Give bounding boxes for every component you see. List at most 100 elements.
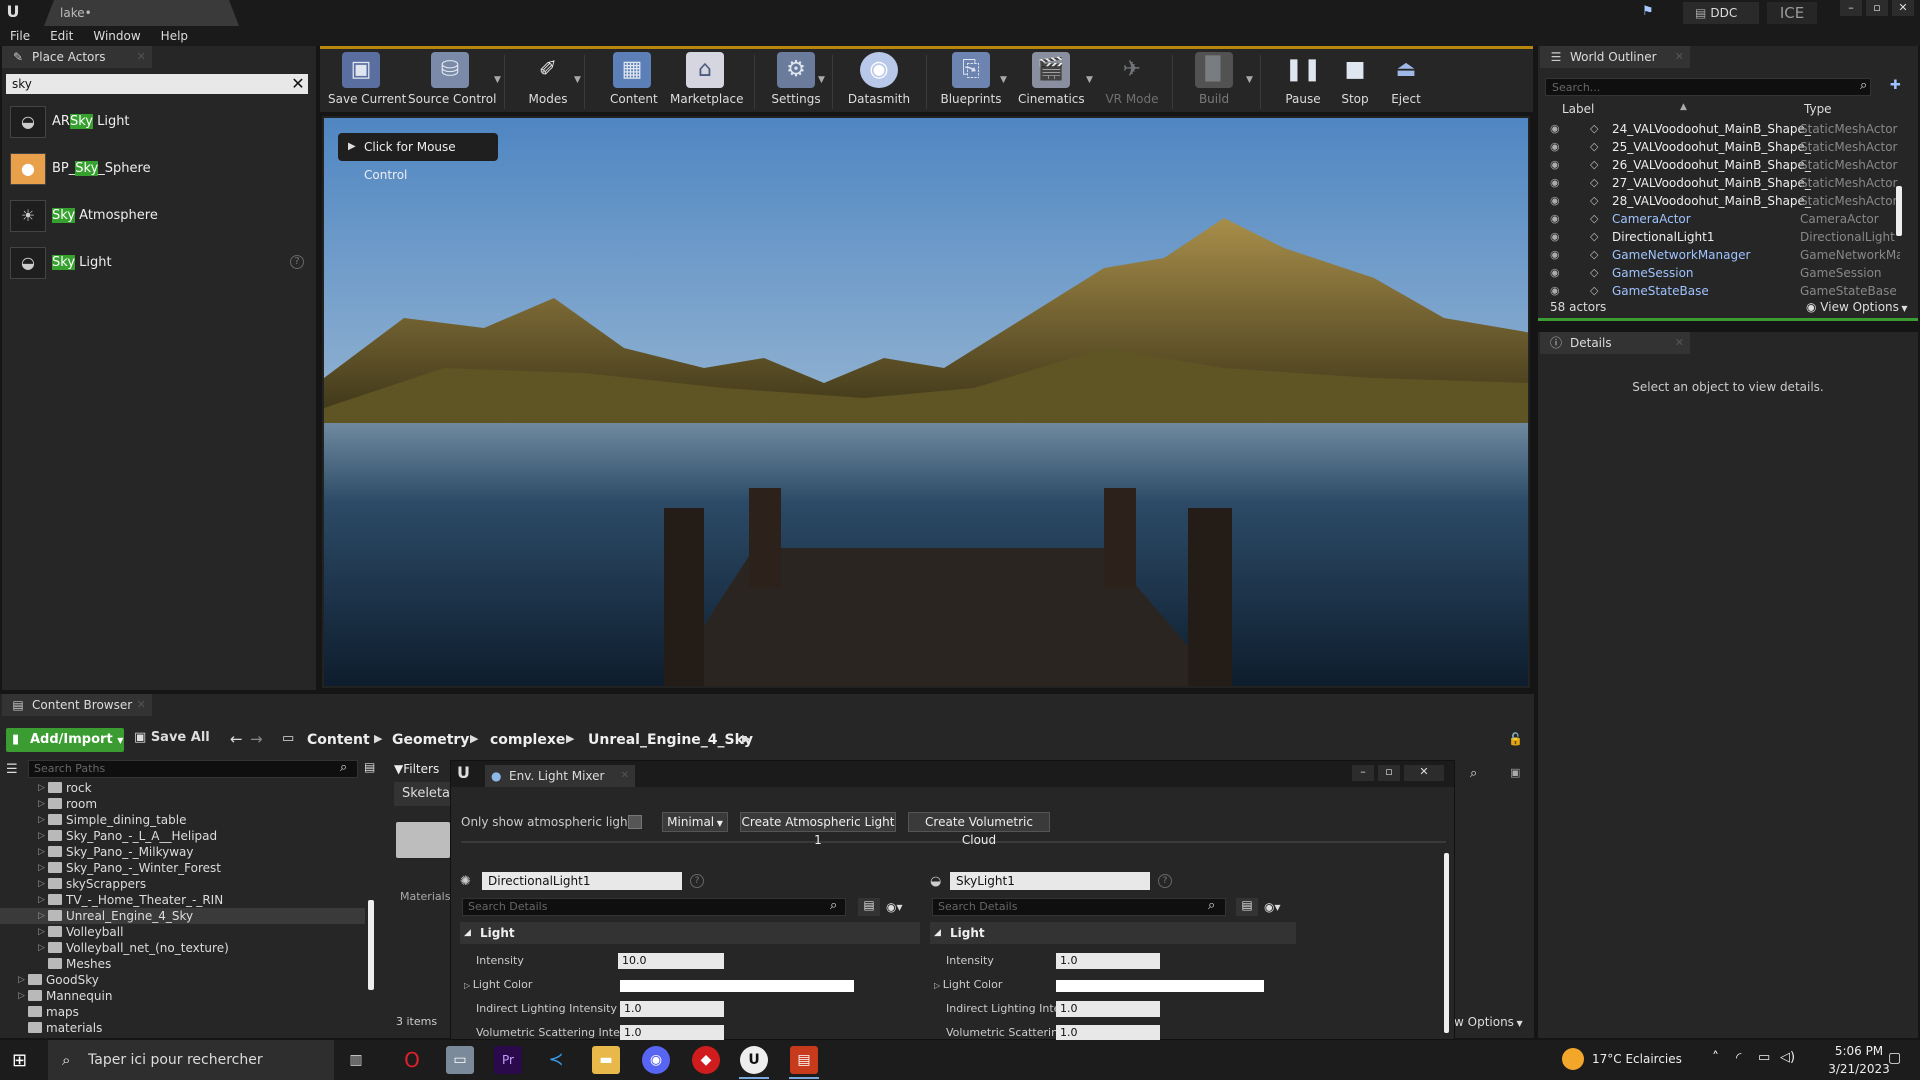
stop-button[interactable]: ■ Stop [1334,52,1376,114]
visibility-eye-icon[interactable]: ◉ [1550,174,1560,192]
actor-item[interactable]: ☀ Sky Atmosphere [6,194,311,238]
unreal-logo-icon[interactable]: U [2,1,24,23]
search-icon[interactable]: ⌕ [1860,78,1867,93]
close-icon[interactable]: ✕ [1675,332,1684,354]
help-icon[interactable]: ? [690,874,704,888]
visibility-eye-icon[interactable]: ◉ [1550,264,1560,282]
visibility-eye-icon[interactable]: ◉ [1550,156,1560,174]
mixer-scrollbar[interactable] [1444,853,1449,1033]
outliner-row[interactable]: ◉ ◇ 24_VALVoodoohut_MainB_Shape_ StaticMesh… [1542,120,1902,138]
expand-arrow-icon[interactable]: ▷ [38,876,45,892]
discord-icon[interactable]: ◉ [642,1046,670,1074]
path-view-options-icon[interactable]: ▤ [364,760,375,774]
notification-icon[interactable]: ▢ [1888,1050,1901,1066]
tab-world-outliner[interactable]: ☰ World Outliner ✕ [1540,46,1690,68]
level-viewport[interactable] [322,116,1530,688]
right-light-color-swatch[interactable] [1056,980,1264,992]
folder-tree-item[interactable]: ▷ Simple_dining_table [0,812,365,828]
right-indirect-input[interactable]: 1.0 [1056,1001,1160,1017]
chevron-up-icon[interactable]: ˄ [1712,1050,1719,1066]
right-light-section[interactable]: ◢ Light [930,922,1296,944]
modes-button[interactable]: ✐ Modes [526,52,570,114]
outliner-row[interactable]: ◉ ◇ GameNetworkManager GameNetworkMar [1542,246,1902,264]
folder-tree-item[interactable]: ▷ Unreal_Engine_4_Sky [0,908,365,924]
expand-arrow-icon[interactable]: ▷ [38,812,45,828]
eject-button[interactable]: ⏏ Eject [1384,52,1428,114]
task-view-icon[interactable]: ▥ [342,1046,370,1074]
folder-tree-item[interactable]: ▷ rock [0,780,365,796]
folder-tree-item[interactable]: Meshes [0,956,365,972]
help-icon[interactable]: ? [1158,874,1172,888]
source-control-button[interactable]: ⛁ Source Control [408,52,496,114]
cb-view-options-button[interactable]: w Options ▼ [1454,1015,1523,1029]
close-button[interactable]: ✕ [1892,0,1914,16]
chevron-down-icon[interactable]: ▼ [1246,75,1253,85]
content-button[interactable]: ▦ Content [610,52,658,114]
folder-tree-item[interactable]: ▷ room [0,796,365,812]
chevron-down-icon[interactable]: ▼ [1000,75,1007,85]
create-volumetric-cloud-button[interactable]: Create Volumetric Cloud [908,812,1050,847]
marketplace-button[interactable]: ⌂ Marketplace [670,52,744,114]
menu-help[interactable]: Help [151,26,198,46]
right-search-details-input[interactable]: Search Details [932,898,1226,916]
actor-item[interactable]: ◒ Sky Light ? [6,241,311,285]
visibility-eye-icon[interactable]: ◉ [1550,228,1560,246]
col-label[interactable]: Label [1562,102,1594,116]
tab-env-light-mixer[interactable]: ● Env. Light Mixer ✕ [485,765,635,787]
skeleta-filter-tab[interactable]: Skeleta [394,782,454,806]
add-filter-icon[interactable]: ✚ [1890,78,1901,93]
left-indirect-input[interactable]: 1.0 [620,1001,724,1017]
maximize-button[interactable]: ▫ [1866,0,1888,16]
premiere-icon[interactable]: Pr [494,1046,522,1074]
create-atmospheric-light-button[interactable]: Create Atmospheric Light 1 [740,812,896,847]
windows-start-icon[interactable]: ⊞ [12,1050,27,1071]
place-actors-search-input[interactable]: sky [6,74,308,94]
ddc-button[interactable]: ▤ DDC [1683,2,1759,24]
folder-tree-item[interactable]: ▷ GoodSky [0,972,365,988]
tab-content-browser[interactable]: ▤ Content Browser ✕ [2,694,152,716]
document-tab[interactable]: lake• [44,0,239,26]
outliner-scrollbar[interactable] [1896,186,1902,236]
minimize-button[interactable]: – [1352,765,1374,781]
save-all-button[interactable]: ▣ Save All [134,730,210,745]
expand-arrow-icon[interactable]: ▷ [18,972,25,988]
wifi-icon[interactable]: ◜ [1736,1050,1741,1066]
app-red-icon[interactable]: ◆ [692,1046,720,1074]
collapse-sources-icon[interactable]: ☰ [6,762,18,777]
search-icon[interactable]: ⌕ [1470,766,1477,781]
chevron-down-icon[interactable]: ▼ [818,75,825,85]
search-icon[interactable]: ⌕ [1208,898,1215,913]
blueprints-button[interactable]: ⎘ Blueprints [938,52,1004,114]
right-intensity-input[interactable]: 1.0 [1056,953,1160,969]
file-explorer-icon[interactable]: ▬ [592,1046,620,1074]
left-search-details-input[interactable]: Search Details [462,898,846,916]
minimize-button[interactable]: – [1840,0,1862,16]
left-intensity-input[interactable]: 10.0 [618,953,724,969]
eye-icon[interactable]: ◉▾ [1264,900,1281,914]
unreal-engine-icon[interactable]: U [740,1046,768,1074]
expand-arrow-icon[interactable]: ▷ [38,796,45,812]
outliner-row[interactable]: ◉ ◇ CameraActor CameraActor [1542,210,1902,228]
folder-tree-item[interactable]: ▷ Sky_Pano_-_Milkyway [0,844,365,860]
expand-arrow-icon[interactable]: ▷ [38,780,45,796]
search-paths-input[interactable]: Search Paths [28,760,358,778]
forward-arrow-icon[interactable]: → [250,730,263,748]
opera-icon[interactable]: O [398,1046,426,1074]
folder-tree-item[interactable]: ▷ Mannequin [0,988,365,1004]
breadcrumb-arrow-icon[interactable]: ▶ [374,732,382,745]
outliner-row[interactable]: ◉ ◇ 25_VALVoodoohut_MainB_Shape_ StaticMesh… [1542,138,1902,156]
outliner-row[interactable]: ◉ ◇ 27_VALVoodoohut_MainB_Shape_ StaticMesh… [1542,174,1902,192]
visibility-eye-icon[interactable]: ◉ [1550,192,1560,210]
expand-icon[interactable]: ▷ [934,981,943,990]
col-type[interactable]: Type [1804,102,1832,116]
outliner-row[interactable]: ◉ ◇ GameStateBase GameStateBase [1542,282,1902,300]
only-atmospheric-checkbox[interactable] [628,815,642,829]
actor-item[interactable]: ◒ ARSky Light [6,100,311,144]
outliner-row[interactable]: ◉ ◇ 26_VALVoodoohut_MainB_Shape_ StaticMesh… [1542,156,1902,174]
close-icon[interactable]: ✕ [137,46,146,68]
menu-edit[interactable]: Edit [40,26,83,46]
left-light-name-field[interactable]: DirectionalLight1 [482,872,682,890]
outliner-row[interactable]: ◉ ◇ GameSession GameSession [1542,264,1902,282]
source-control-status-icon[interactable]: ⚑ [1642,4,1660,20]
table-view-icon[interactable]: ▤ [1236,898,1258,916]
